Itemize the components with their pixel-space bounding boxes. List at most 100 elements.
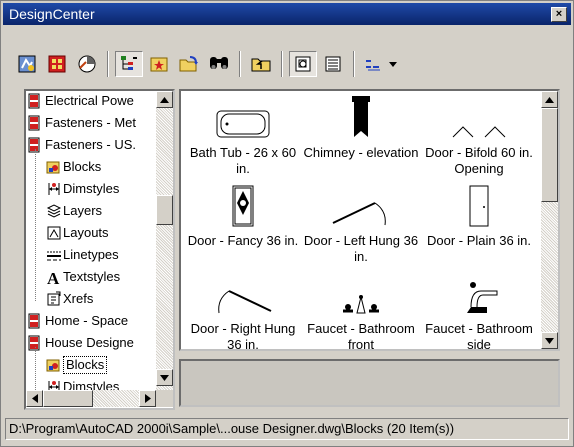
block-label: Door - Plain 36 in.	[426, 233, 532, 248]
tree-item-label: Layers	[63, 203, 103, 218]
faucet-side-icon	[419, 271, 539, 315]
block-label: Door - Bifold 60 in. Opening	[425, 145, 533, 176]
window-title: DesignCenter	[9, 6, 95, 22]
tree-item[interactable]: Xrefs	[46, 288, 93, 310]
views-button[interactable]	[361, 51, 401, 77]
arrow-down-icon	[160, 374, 169, 381]
drawing-icon	[28, 93, 42, 109]
close-button[interactable]: ×	[551, 7, 567, 22]
scroll-up-button[interactable]	[541, 91, 558, 108]
up-button[interactable]	[247, 51, 275, 77]
toolbar-separator	[353, 51, 355, 77]
blocks-icon	[46, 159, 60, 175]
arrow-left-icon	[31, 394, 38, 403]
tree-item[interactable]: Linetypes	[46, 244, 119, 266]
load-icon	[179, 56, 198, 72]
block-item[interactable]: Door - Bifold 60 in. Opening	[419, 95, 539, 177]
open-drawings-icon	[48, 55, 66, 73]
desktop-icon	[18, 55, 36, 73]
tree-connector	[35, 149, 36, 301]
tree-item[interactable]: Blocks	[46, 156, 101, 178]
drawing-icon	[28, 115, 42, 131]
scroll-down-button[interactable]	[156, 369, 173, 386]
tree-item[interactable]: Layouts	[46, 222, 109, 244]
block-item[interactable]: Faucet - Bathroom front	[301, 271, 421, 349]
block-item[interactable]: Door - Fancy 36 in.	[183, 183, 303, 249]
scroll-thumb[interactable]	[541, 108, 558, 202]
scroll-thumb[interactable]	[43, 390, 93, 407]
scroll-corner	[156, 390, 173, 407]
views-icon	[366, 60, 380, 71]
tree-vertical-scrollbar[interactable]	[156, 91, 173, 390]
preview-pane	[179, 359, 560, 407]
block-item[interactable]: Faucet - Bathroom side	[419, 271, 539, 351]
tree-item-label: Blocks	[63, 159, 102, 174]
tree-item-label: Home - Space	[45, 313, 129, 328]
block-item[interactable]: Door - Left Hung 36 in.	[301, 183, 421, 265]
title-bar[interactable]: DesignCenter ×	[3, 3, 571, 25]
tree-item[interactable]: A Textstyles	[46, 266, 120, 288]
description-icon	[325, 56, 341, 72]
layers-icon	[46, 203, 62, 219]
description-button[interactable]	[319, 51, 347, 77]
linetypes-icon	[46, 247, 61, 263]
dimstyles-icon	[46, 181, 60, 197]
content-palette[interactable]: Bath Tub - 26 x 60 in. Chimney - elevatio…	[179, 89, 560, 351]
block-item[interactable]: Door - Plain 36 in.	[419, 183, 539, 249]
tree-item[interactable]: Dimstyles	[46, 178, 119, 200]
tree-item[interactable]: Electrical Powe	[28, 91, 134, 112]
tree-item[interactable]: House Designe	[28, 332, 134, 354]
scroll-up-button[interactable]	[156, 91, 173, 108]
scroll-left-button[interactable]	[26, 390, 43, 407]
tree-horizontal-scrollbar[interactable]	[26, 390, 156, 407]
block-label: Door - Left Hung 36 in.	[303, 233, 419, 264]
tree-item[interactable]: Fasteners - US.	[28, 134, 136, 156]
block-item[interactable]: Bath Tub - 26 x 60 in.	[183, 95, 303, 177]
palette-vertical-scrollbar[interactable]	[541, 91, 558, 349]
tree-item-label: Fasteners - Met	[45, 115, 137, 130]
drawing-icon	[28, 313, 42, 329]
designcenter-window: DesignCenter × Electrical Powe Fasteners…	[0, 0, 574, 447]
preview-icon	[295, 56, 311, 72]
xrefs-icon	[46, 291, 61, 307]
block-label: Door - Right Hung 36 in.	[190, 321, 296, 351]
block-item[interactable]: Chimney - elevation	[301, 95, 421, 161]
favorites-button[interactable]	[145, 51, 173, 77]
tree-view-toggle-icon	[121, 56, 137, 70]
scroll-right-button[interactable]	[139, 390, 156, 407]
arrow-down-icon	[545, 337, 554, 344]
scroll-thumb[interactable]	[156, 195, 173, 225]
tree-item[interactable]: Fasteners - Met	[28, 112, 136, 134]
arrow-up-icon	[545, 96, 554, 103]
chevron-down-icon	[389, 62, 397, 67]
tree-item-label: Textstyles	[63, 269, 121, 284]
folder-tree[interactable]: Electrical Powe Fasteners - Met Fasteners …	[24, 89, 175, 410]
history-icon	[78, 55, 96, 73]
block-item[interactable]: Door - Right Hung 36 in.	[183, 271, 303, 351]
preview-button[interactable]	[289, 51, 317, 77]
block-label: Faucet - Bathroom side	[425, 321, 533, 351]
history-button[interactable]	[73, 51, 101, 77]
tree-item-label: Xrefs	[63, 291, 94, 306]
scroll-down-button[interactable]	[541, 332, 558, 349]
status-bar: D:\Program\AutoCAD 2000i\Sample\...ouse …	[5, 418, 569, 440]
tree-connector	[35, 347, 36, 392]
find-icon	[210, 57, 228, 69]
faucet-front-icon	[301, 271, 421, 315]
toolbar-separator	[107, 51, 109, 77]
tree-item-label: Layouts	[63, 225, 109, 240]
tree-item-label: Blocks	[63, 356, 108, 374]
tree-item[interactable]: Layers	[46, 200, 102, 222]
up-icon	[251, 58, 271, 72]
toolbar-separator	[239, 51, 241, 77]
svg-text:A: A	[47, 269, 60, 285]
find-button[interactable]	[205, 51, 233, 77]
load-button[interactable]	[175, 51, 203, 77]
open-drawings-button[interactable]	[43, 51, 71, 77]
door-left-icon	[301, 183, 421, 227]
tree-item[interactable]: Home - Space	[28, 310, 128, 332]
tree-item[interactable]: Blocks	[46, 354, 108, 376]
block-label: Door - Fancy 36 in.	[187, 233, 299, 248]
tree-view-toggle-button[interactable]	[115, 51, 143, 77]
desktop-button[interactable]	[13, 51, 41, 77]
